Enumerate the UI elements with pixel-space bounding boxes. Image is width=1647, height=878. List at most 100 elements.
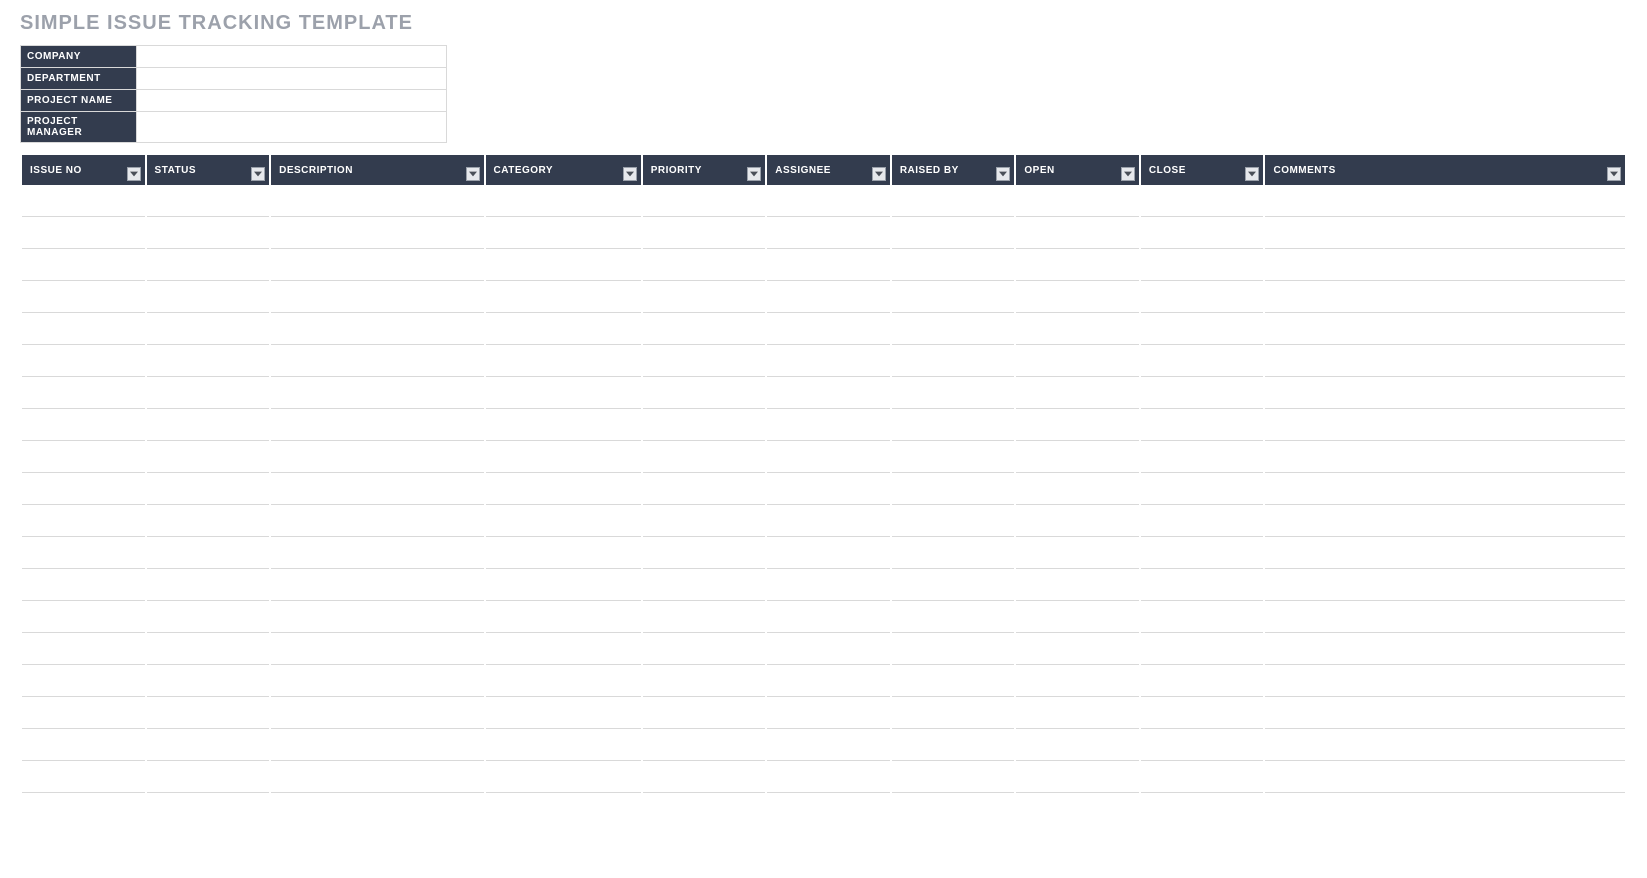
table-cell[interactable]	[767, 217, 890, 249]
header-category[interactable]: CATEGORY	[486, 155, 641, 185]
table-cell[interactable]	[1141, 729, 1264, 761]
table-cell[interactable]	[643, 345, 766, 377]
table-cell[interactable]	[147, 345, 270, 377]
table-cell[interactable]	[486, 697, 641, 729]
table-cell[interactable]	[486, 761, 641, 793]
table-cell[interactable]	[1016, 537, 1139, 569]
filter-dropdown-icon[interactable]	[996, 167, 1010, 181]
table-cell[interactable]	[1016, 633, 1139, 665]
table-cell[interactable]	[1265, 377, 1625, 409]
table-cell[interactable]	[892, 473, 1015, 505]
table-cell[interactable]	[1016, 345, 1139, 377]
table-cell[interactable]	[1141, 601, 1264, 633]
table-cell[interactable]	[486, 729, 641, 761]
table-cell[interactable]	[22, 313, 145, 345]
table-cell[interactable]	[643, 441, 766, 473]
table-cell[interactable]	[22, 761, 145, 793]
table-cell[interactable]	[271, 185, 483, 217]
table-cell[interactable]	[892, 601, 1015, 633]
table-cell[interactable]	[1016, 249, 1139, 281]
table-cell[interactable]	[1141, 217, 1264, 249]
table-cell[interactable]	[271, 473, 483, 505]
table-cell[interactable]	[271, 697, 483, 729]
table-cell[interactable]	[1265, 249, 1625, 281]
header-status[interactable]: STATUS	[147, 155, 270, 185]
table-cell[interactable]	[486, 185, 641, 217]
table-cell[interactable]	[892, 761, 1015, 793]
filter-dropdown-icon[interactable]	[1607, 167, 1621, 181]
table-cell[interactable]	[147, 537, 270, 569]
table-cell[interactable]	[1265, 185, 1625, 217]
table-cell[interactable]	[486, 377, 641, 409]
filter-dropdown-icon[interactable]	[1121, 167, 1135, 181]
table-cell[interactable]	[1141, 377, 1264, 409]
table-cell[interactable]	[1141, 665, 1264, 697]
table-cell[interactable]	[1265, 313, 1625, 345]
table-cell[interactable]	[892, 281, 1015, 313]
table-cell[interactable]	[147, 473, 270, 505]
table-cell[interactable]	[1265, 441, 1625, 473]
table-cell[interactable]	[22, 217, 145, 249]
table-cell[interactable]	[271, 345, 483, 377]
table-cell[interactable]	[22, 409, 145, 441]
table-cell[interactable]	[1265, 505, 1625, 537]
table-cell[interactable]	[1016, 761, 1139, 793]
table-cell[interactable]	[643, 313, 766, 345]
table-cell[interactable]	[767, 441, 890, 473]
table-cell[interactable]	[1016, 729, 1139, 761]
table-cell[interactable]	[1265, 345, 1625, 377]
table-cell[interactable]	[147, 185, 270, 217]
table-cell[interactable]	[1265, 665, 1625, 697]
table-cell[interactable]	[767, 569, 890, 601]
table-cell[interactable]	[147, 249, 270, 281]
table-cell[interactable]	[271, 505, 483, 537]
filter-dropdown-icon[interactable]	[747, 167, 761, 181]
table-cell[interactable]	[22, 505, 145, 537]
filter-dropdown-icon[interactable]	[872, 167, 886, 181]
table-cell[interactable]	[486, 665, 641, 697]
table-cell[interactable]	[1141, 313, 1264, 345]
table-cell[interactable]	[1265, 569, 1625, 601]
table-cell[interactable]	[643, 697, 766, 729]
value-company[interactable]	[137, 46, 447, 68]
table-cell[interactable]	[1141, 249, 1264, 281]
table-cell[interactable]	[1141, 281, 1264, 313]
table-cell[interactable]	[486, 217, 641, 249]
table-cell[interactable]	[892, 505, 1015, 537]
table-cell[interactable]	[1265, 729, 1625, 761]
table-cell[interactable]	[22, 697, 145, 729]
table-cell[interactable]	[22, 345, 145, 377]
table-cell[interactable]	[1265, 409, 1625, 441]
table-cell[interactable]	[22, 281, 145, 313]
table-cell[interactable]	[643, 185, 766, 217]
table-cell[interactable]	[767, 345, 890, 377]
table-cell[interactable]	[1016, 313, 1139, 345]
table-cell[interactable]	[22, 441, 145, 473]
table-cell[interactable]	[892, 185, 1015, 217]
table-cell[interactable]	[486, 505, 641, 537]
table-cell[interactable]	[22, 185, 145, 217]
table-cell[interactable]	[22, 569, 145, 601]
table-cell[interactable]	[147, 665, 270, 697]
table-cell[interactable]	[892, 697, 1015, 729]
table-cell[interactable]	[271, 377, 483, 409]
table-cell[interactable]	[147, 729, 270, 761]
table-cell[interactable]	[271, 601, 483, 633]
table-cell[interactable]	[1141, 473, 1264, 505]
table-cell[interactable]	[147, 633, 270, 665]
table-cell[interactable]	[643, 505, 766, 537]
table-cell[interactable]	[271, 761, 483, 793]
table-cell[interactable]	[22, 377, 145, 409]
table-cell[interactable]	[1016, 569, 1139, 601]
table-cell[interactable]	[1141, 537, 1264, 569]
table-cell[interactable]	[892, 729, 1015, 761]
table-cell[interactable]	[147, 697, 270, 729]
table-cell[interactable]	[767, 537, 890, 569]
table-cell[interactable]	[1016, 409, 1139, 441]
table-cell[interactable]	[1265, 281, 1625, 313]
value-department[interactable]	[137, 68, 447, 90]
table-cell[interactable]	[1016, 697, 1139, 729]
table-cell[interactable]	[643, 633, 766, 665]
table-cell[interactable]	[271, 217, 483, 249]
table-cell[interactable]	[1016, 281, 1139, 313]
